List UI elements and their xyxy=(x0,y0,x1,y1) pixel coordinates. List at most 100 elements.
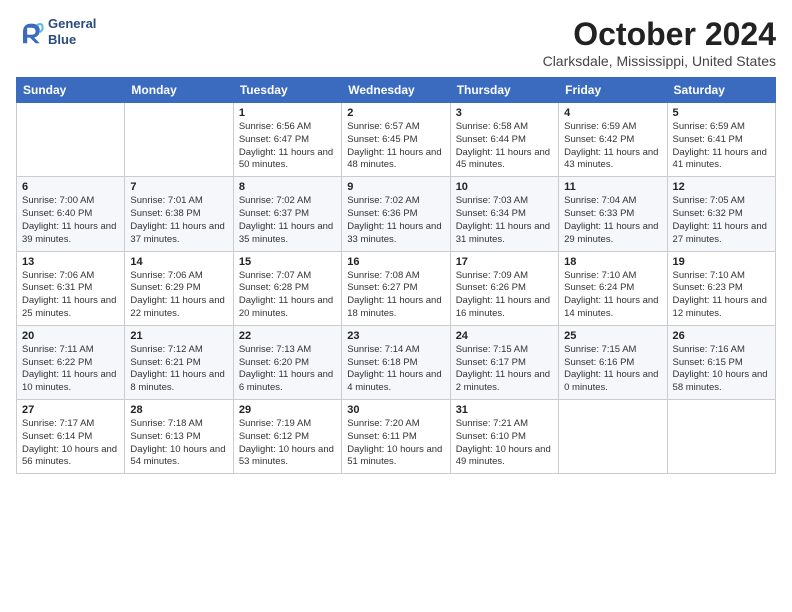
location: Clarksdale, Mississippi, United States xyxy=(543,53,776,69)
day-info: Sunrise: 7:20 AM Sunset: 6:11 PM Dayligh… xyxy=(347,418,444,469)
day-number: 20 xyxy=(22,330,119,342)
day-number: 3 xyxy=(456,107,553,119)
day-info: Sunrise: 7:16 AM Sunset: 6:15 PM Dayligh… xyxy=(673,344,770,395)
day-number: 10 xyxy=(456,181,553,193)
day-number: 19 xyxy=(673,256,770,268)
calendar-cell: 27Sunrise: 7:17 AM Sunset: 6:14 PM Dayli… xyxy=(17,400,125,474)
day-number: 30 xyxy=(347,404,444,416)
calendar-cell: 19 Sunrise: 7:10 AM Sunset: 6:23 PM Dayli… xyxy=(667,251,775,325)
day-info: Sunrise: 6:56 AM Sunset: 6:47 PM Dayligh… xyxy=(239,121,336,172)
day-info: Sunrise: 7:06 AM Sunset: 6:29 PM Dayligh… xyxy=(130,270,227,321)
day-of-week-header: Sunday xyxy=(17,78,125,103)
day-info: Sunrise: 7:00 AM Sunset: 6:40 PM Dayligh… xyxy=(22,195,119,246)
day-info: Sunrise: 7:15 AM Sunset: 6:16 PM Dayligh… xyxy=(564,344,661,395)
calendar-cell: 15 Sunrise: 7:07 AM Sunset: 6:28 PM Dayli… xyxy=(233,251,341,325)
day-of-week-header: Monday xyxy=(125,78,233,103)
day-info: Sunrise: 7:12 AM Sunset: 6:21 PM Dayligh… xyxy=(130,344,227,395)
calendar-cell: 17Sunrise: 7:09 AM Sunset: 6:26 PM Dayli… xyxy=(450,251,558,325)
day-info: Sunrise: 7:19 AM Sunset: 6:12 PM Dayligh… xyxy=(239,418,336,469)
day-number: 5 xyxy=(673,107,770,119)
calendar-cell: 18Sunrise: 7:10 AM Sunset: 6:24 PM Dayli… xyxy=(559,251,667,325)
logo: General Blue xyxy=(16,16,96,47)
day-number: 23 xyxy=(347,330,444,342)
calendar-cell: 10Sunrise: 7:03 AM Sunset: 6:34 PM Dayli… xyxy=(450,177,558,251)
day-number: 21 xyxy=(130,330,227,342)
day-of-week-header: Friday xyxy=(559,78,667,103)
calendar-cell: 25 Sunrise: 7:15 AM Sunset: 6:16 PM Dayli… xyxy=(559,325,667,399)
month-title: October 2024 xyxy=(543,16,776,53)
title-block: October 2024 Clarksdale, Mississippi, Un… xyxy=(543,16,776,69)
day-number: 25 xyxy=(564,330,661,342)
calendar-cell xyxy=(17,103,125,177)
calendar-cell: 16Sunrise: 7:08 AM Sunset: 6:27 PM Dayli… xyxy=(342,251,450,325)
logo-text: General Blue xyxy=(48,16,96,47)
calendar-cell: 21 Sunrise: 7:12 AM Sunset: 6:21 PM Dayli… xyxy=(125,325,233,399)
calendar-table: SundayMondayTuesdayWednesdayThursdayFrid… xyxy=(16,77,776,474)
day-number: 2 xyxy=(347,107,444,119)
day-info: Sunrise: 7:01 AM Sunset: 6:38 PM Dayligh… xyxy=(130,195,227,246)
calendar-cell: 23 Sunrise: 7:14 AM Sunset: 6:18 PM Dayli… xyxy=(342,325,450,399)
day-number: 29 xyxy=(239,404,336,416)
day-number: 27 xyxy=(22,404,119,416)
calendar-cell xyxy=(667,400,775,474)
day-info: Sunrise: 7:04 AM Sunset: 6:33 PM Dayligh… xyxy=(564,195,661,246)
calendar-cell: 11Sunrise: 7:04 AM Sunset: 6:33 PM Dayli… xyxy=(559,177,667,251)
day-info: Sunrise: 7:13 AM Sunset: 6:20 PM Dayligh… xyxy=(239,344,336,395)
day-number: 24 xyxy=(456,330,553,342)
day-info: Sunrise: 7:14 AM Sunset: 6:18 PM Dayligh… xyxy=(347,344,444,395)
calendar-cell: 22 Sunrise: 7:13 AM Sunset: 6:20 PM Dayli… xyxy=(233,325,341,399)
calendar-week-row: 27Sunrise: 7:17 AM Sunset: 6:14 PM Dayli… xyxy=(17,400,776,474)
calendar-cell: 30 Sunrise: 7:20 AM Sunset: 6:11 PM Dayli… xyxy=(342,400,450,474)
calendar-cell: 24 Sunrise: 7:15 AM Sunset: 6:17 PM Dayli… xyxy=(450,325,558,399)
calendar-cell: 2 Sunrise: 6:57 AM Sunset: 6:45 PM Daylig… xyxy=(342,103,450,177)
calendar-cell: 6 Sunrise: 7:00 AM Sunset: 6:40 PM Daylig… xyxy=(17,177,125,251)
day-info: Sunrise: 6:57 AM Sunset: 6:45 PM Dayligh… xyxy=(347,121,444,172)
calendar-cell xyxy=(125,103,233,177)
calendar-cell: 8Sunrise: 7:02 AM Sunset: 6:37 PM Daylig… xyxy=(233,177,341,251)
calendar-cell: 3 Sunrise: 6:58 AM Sunset: 6:44 PM Daylig… xyxy=(450,103,558,177)
day-info: Sunrise: 6:59 AM Sunset: 6:42 PM Dayligh… xyxy=(564,121,661,172)
day-info: Sunrise: 7:21 AM Sunset: 6:10 PM Dayligh… xyxy=(456,418,553,469)
day-info: Sunrise: 7:11 AM Sunset: 6:22 PM Dayligh… xyxy=(22,344,119,395)
calendar-cell: 12 Sunrise: 7:05 AM Sunset: 6:32 PM Dayli… xyxy=(667,177,775,251)
calendar-cell: 26 Sunrise: 7:16 AM Sunset: 6:15 PM Dayli… xyxy=(667,325,775,399)
day-number: 1 xyxy=(239,107,336,119)
day-number: 8 xyxy=(239,181,336,193)
day-number: 9 xyxy=(347,181,444,193)
calendar-cell: 4Sunrise: 6:59 AM Sunset: 6:42 PM Daylig… xyxy=(559,103,667,177)
day-of-week-header: Thursday xyxy=(450,78,558,103)
calendar-week-row: 20 Sunrise: 7:11 AM Sunset: 6:22 PM Dayli… xyxy=(17,325,776,399)
calendar-cell: 13Sunrise: 7:06 AM Sunset: 6:31 PM Dayli… xyxy=(17,251,125,325)
calendar-cell xyxy=(559,400,667,474)
day-info: Sunrise: 7:08 AM Sunset: 6:27 PM Dayligh… xyxy=(347,270,444,321)
day-number: 15 xyxy=(239,256,336,268)
day-info: Sunrise: 7:07 AM Sunset: 6:28 PM Dayligh… xyxy=(239,270,336,321)
calendar-week-row: 6 Sunrise: 7:00 AM Sunset: 6:40 PM Daylig… xyxy=(17,177,776,251)
day-number: 14 xyxy=(130,256,227,268)
calendar-cell: 14 Sunrise: 7:06 AM Sunset: 6:29 PM Dayli… xyxy=(125,251,233,325)
day-info: Sunrise: 6:59 AM Sunset: 6:41 PM Dayligh… xyxy=(673,121,770,172)
day-info: Sunrise: 7:02 AM Sunset: 6:36 PM Dayligh… xyxy=(347,195,444,246)
day-info: Sunrise: 7:18 AM Sunset: 6:13 PM Dayligh… xyxy=(130,418,227,469)
day-info: Sunrise: 7:10 AM Sunset: 6:23 PM Dayligh… xyxy=(673,270,770,321)
calendar-cell: 31 Sunrise: 7:21 AM Sunset: 6:10 PM Dayli… xyxy=(450,400,558,474)
day-number: 7 xyxy=(130,181,227,193)
day-number: 18 xyxy=(564,256,661,268)
day-info: Sunrise: 7:06 AM Sunset: 6:31 PM Dayligh… xyxy=(22,270,119,321)
calendar-week-row: 13Sunrise: 7:06 AM Sunset: 6:31 PM Dayli… xyxy=(17,251,776,325)
day-number: 22 xyxy=(239,330,336,342)
day-info: Sunrise: 6:58 AM Sunset: 6:44 PM Dayligh… xyxy=(456,121,553,172)
calendar-cell: 28 Sunrise: 7:18 AM Sunset: 6:13 PM Dayli… xyxy=(125,400,233,474)
day-info: Sunrise: 7:15 AM Sunset: 6:17 PM Dayligh… xyxy=(456,344,553,395)
day-number: 17 xyxy=(456,256,553,268)
day-of-week-header: Tuesday xyxy=(233,78,341,103)
day-number: 12 xyxy=(673,181,770,193)
day-of-week-header: Wednesday xyxy=(342,78,450,103)
calendar-header-row: SundayMondayTuesdayWednesdayThursdayFrid… xyxy=(17,78,776,103)
calendar-cell: 29 Sunrise: 7:19 AM Sunset: 6:12 PM Dayli… xyxy=(233,400,341,474)
day-info: Sunrise: 7:05 AM Sunset: 6:32 PM Dayligh… xyxy=(673,195,770,246)
day-number: 26 xyxy=(673,330,770,342)
day-number: 28 xyxy=(130,404,227,416)
day-number: 6 xyxy=(22,181,119,193)
day-number: 31 xyxy=(456,404,553,416)
